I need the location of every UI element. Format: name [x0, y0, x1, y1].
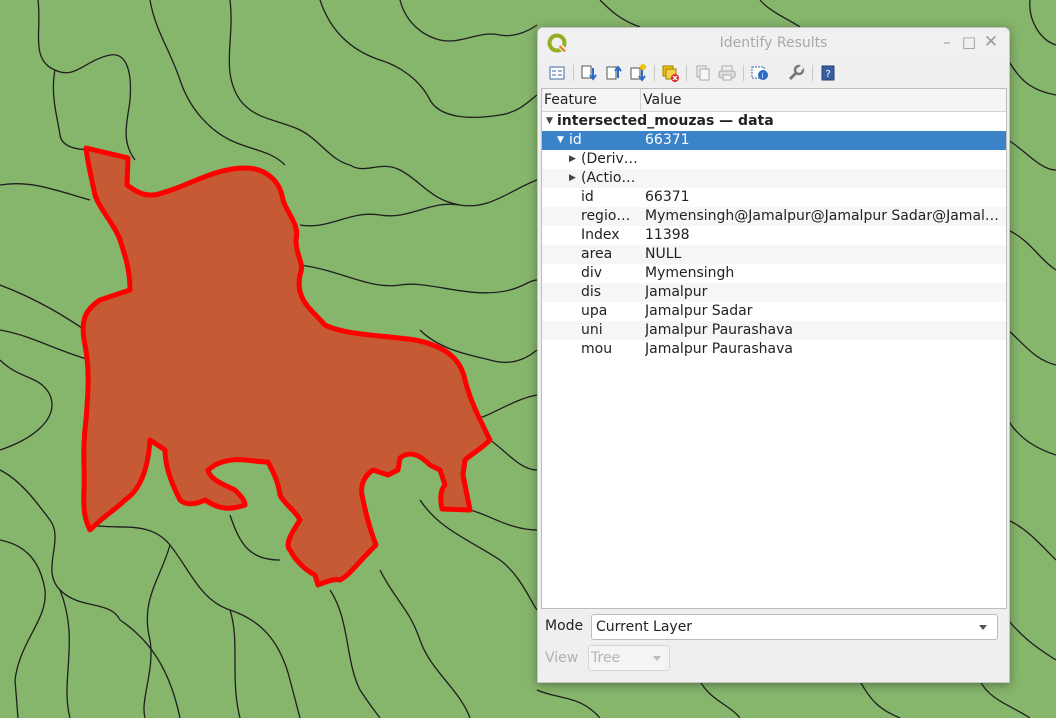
attribute-key: Index [581, 227, 620, 243]
attribute-row[interactable]: dis Jamalpur [542, 283, 1006, 302]
maximize-button[interactable]: □ [960, 33, 978, 51]
attribute-row[interactable]: mou Jamalpur Paurashava [542, 340, 1006, 359]
value-column-header[interactable]: Value [643, 89, 681, 111]
attribute-row[interactable]: upa Jamalpur Sadar [542, 302, 1006, 321]
attribute-row[interactable]: uni Jamalpur Paurashava [542, 321, 1006, 340]
mode-select[interactable]: Current Layer [591, 614, 998, 640]
attribute-key: div [581, 265, 603, 281]
minimize-button[interactable]: – [938, 33, 956, 51]
attribute-row[interactable]: Index 11398 [542, 226, 1006, 245]
attribute-row[interactable]: regio… Mymensingh@Jamalpur@Jamalpur Sada… [542, 207, 1006, 226]
attribute-key: dis [581, 284, 602, 300]
layer-name: intersected_mouzas — data [557, 113, 774, 129]
help-icon[interactable]: ? [818, 63, 838, 83]
svg-text:i: i [762, 72, 764, 80]
view-value: Tree [591, 650, 621, 666]
tree-header: Feature Value [542, 89, 1006, 112]
group-label: (Actio… [581, 170, 636, 186]
identify-results-panel: Identify Results – □ ✕ i ? Feature Value… [537, 27, 1010, 683]
copy-feature-icon[interactable] [692, 63, 712, 83]
group-label: (Deriv… [581, 151, 638, 167]
collapse-all-icon[interactable] [604, 63, 624, 83]
attribute-value: Jamalpur Paurashava [645, 341, 793, 357]
attribute-key: mou [581, 341, 613, 357]
mode-value: Current Layer [596, 619, 693, 635]
attribute-value: Mymensingh@Jamalpur@Jamalpur Sadar@Jamal… [645, 208, 999, 224]
feature-value: 66371 [645, 132, 690, 148]
view-label: View [545, 650, 579, 666]
feature-row[interactable]: ▼ id 66371 [542, 131, 1006, 150]
chevron-down-icon [653, 656, 661, 661]
collapse-arrow-icon[interactable]: ▼ [546, 112, 553, 131]
attribute-value: 66371 [645, 189, 690, 205]
attribute-key: uni [581, 322, 603, 338]
expand-new-icon[interactable] [628, 63, 648, 83]
print-icon[interactable] [717, 63, 737, 83]
close-button[interactable]: ✕ [982, 33, 1000, 51]
title-bar[interactable]: Identify Results – □ ✕ [538, 28, 1009, 58]
expand-tree-icon[interactable] [547, 63, 567, 83]
attribute-row[interactable]: area NULL [542, 245, 1006, 264]
attribute-value: Jamalpur Sadar [645, 303, 753, 319]
attribute-key: regio… [581, 208, 631, 224]
feature-key: id [569, 132, 582, 148]
attribute-row[interactable]: id 66371 [542, 188, 1006, 207]
attribute-key: id [581, 189, 594, 205]
attribute-value: Mymensingh [645, 265, 735, 281]
attribute-key: area [581, 246, 613, 262]
svg-text:?: ? [826, 69, 831, 80]
chevron-down-icon [979, 625, 987, 630]
actions-group-row[interactable]: ▶ (Actio… [542, 169, 1006, 188]
attribute-value: Jamalpur Paurashava [645, 322, 793, 338]
expand-all-icon[interactable] [579, 63, 599, 83]
attribute-key: upa [581, 303, 608, 319]
settings-icon[interactable] [786, 63, 806, 83]
clear-results-icon[interactable] [660, 63, 680, 83]
mode-label: Mode [545, 618, 584, 634]
identify-select-icon[interactable]: i [750, 63, 770, 83]
attribute-value: 11398 [645, 227, 690, 243]
toolbar: i ? [538, 58, 1009, 105]
layer-row[interactable]: ▼ intersected_mouzas — data [542, 112, 1006, 131]
attribute-value: Jamalpur [645, 284, 708, 300]
results-tree[interactable]: Feature Value ▼ intersected_mouzas — dat… [541, 88, 1007, 609]
view-select[interactable]: Tree [588, 645, 670, 671]
derived-group-row[interactable]: ▶ (Deriv… [542, 150, 1006, 169]
expand-arrow-icon[interactable]: ▶ [569, 150, 576, 169]
attribute-value: NULL [645, 246, 682, 262]
expand-arrow-icon[interactable]: ▶ [569, 169, 576, 188]
collapse-arrow-icon[interactable]: ▼ [557, 131, 564, 150]
attribute-row[interactable]: div Mymensingh [542, 264, 1006, 283]
feature-column-header[interactable]: Feature [542, 89, 641, 111]
